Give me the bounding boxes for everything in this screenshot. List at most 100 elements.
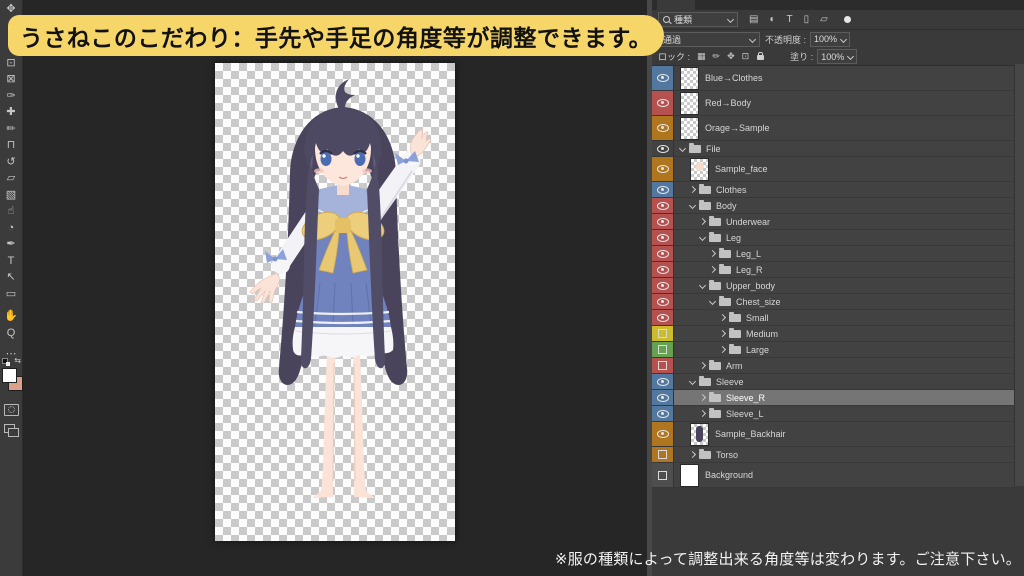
eyedropper-tool-icon[interactable]: ✑: [0, 90, 22, 103]
expand-arrow-icon[interactable]: [699, 218, 706, 225]
expand-arrow-icon[interactable]: [689, 451, 696, 458]
collapse-arrow-icon[interactable]: [689, 378, 696, 385]
visibility-toggle[interactable]: [652, 342, 674, 357]
swap-colors-icon[interactable]: ⇆: [14, 356, 21, 365]
layer-row[interactable]: File: [652, 141, 1015, 157]
pen-tool-icon[interactable]: ✒: [0, 238, 22, 251]
lock-all-icon[interactable]: [757, 55, 764, 60]
layer-row[interactable]: Red→Body: [652, 91, 1015, 116]
hand-tool-icon[interactable]: ✋: [0, 310, 22, 323]
visibility-toggle[interactable]: [652, 422, 674, 446]
visibility-toggle[interactable]: [652, 230, 674, 245]
history-brush-tool-icon[interactable]: ↺: [0, 156, 22, 169]
visibility-toggle[interactable]: [652, 182, 674, 197]
document-canvas[interactable]: [215, 63, 455, 541]
layer-thumbnail[interactable]: [680, 464, 699, 487]
visibility-toggle[interactable]: [652, 374, 674, 389]
visibility-toggle[interactable]: [652, 294, 674, 309]
lock-position-icon[interactable]: ✥: [727, 51, 735, 62]
expand-arrow-icon[interactable]: [719, 330, 726, 337]
filter-pixel-layer-icon[interactable]: ▤: [749, 14, 758, 25]
visibility-toggle[interactable]: [652, 406, 674, 421]
collapse-arrow-icon[interactable]: [699, 282, 706, 289]
layer-row[interactable]: Body: [652, 198, 1015, 214]
blend-mode-dropdown[interactable]: 通過: [658, 32, 760, 47]
layer-filter-dropdown[interactable]: 種類: [658, 12, 738, 27]
dodge-tool-icon[interactable]: ◔: [0, 222, 22, 235]
layers-panel-tab[interactable]: [657, 0, 695, 10]
shape-tool-icon[interactable]: ▭: [0, 288, 22, 301]
lock-artboard-icon[interactable]: ⊡: [742, 51, 750, 62]
filter-adjustment-layer-icon[interactable]: ◐: [769, 14, 775, 25]
visibility-toggle[interactable]: [652, 310, 674, 325]
default-colors-icon[interactable]: [2, 358, 9, 365]
layer-row[interactable]: Sample_face: [652, 157, 1015, 182]
layer-row[interactable]: Sleeve_R: [652, 390, 1015, 406]
layer-row[interactable]: Medium: [652, 326, 1015, 342]
layer-thumbnail[interactable]: [680, 117, 699, 140]
visibility-toggle[interactable]: [652, 463, 674, 487]
filter-smart-object-icon[interactable]: ▱: [820, 14, 828, 25]
lock-paint-icon[interactable]: ✏: [713, 51, 721, 62]
layer-row[interactable]: Chest_size: [652, 294, 1015, 310]
visibility-toggle[interactable]: [652, 262, 674, 277]
layer-row[interactable]: Background: [652, 463, 1015, 488]
visibility-toggle[interactable]: [652, 141, 674, 156]
brush-tool-icon[interactable]: ✏: [0, 123, 22, 136]
layer-row[interactable]: Clothes: [652, 182, 1015, 198]
lock-transparency-icon[interactable]: ▦: [697, 51, 706, 62]
expand-arrow-icon[interactable]: [719, 346, 726, 353]
filter-light-toggle-icon[interactable]: [844, 16, 851, 23]
opacity-value-box[interactable]: 100%: [810, 32, 850, 47]
path-select-tool-icon[interactable]: ↖: [0, 271, 22, 284]
quick-mask-button[interactable]: [4, 404, 19, 416]
fill-value-box[interactable]: 100%: [817, 49, 857, 64]
layer-row[interactable]: Orage→Sample: [652, 116, 1015, 141]
expand-arrow-icon[interactable]: [699, 394, 706, 401]
visibility-toggle[interactable]: [652, 390, 674, 405]
gradient-tool-icon[interactable]: ▧: [0, 189, 22, 202]
expand-arrow-icon[interactable]: [719, 314, 726, 321]
layer-row[interactable]: Torso: [652, 447, 1015, 463]
layer-row[interactable]: Sleeve: [652, 374, 1015, 390]
expand-arrow-icon[interactable]: [709, 266, 716, 273]
frame-tool-icon[interactable]: ⊠: [0, 73, 22, 86]
layer-row[interactable]: Upper_body: [652, 278, 1015, 294]
expand-arrow-icon[interactable]: [699, 362, 706, 369]
layer-row[interactable]: Small: [652, 310, 1015, 326]
layer-row[interactable]: Arm: [652, 358, 1015, 374]
layer-thumbnail[interactable]: [680, 67, 699, 90]
clone-stamp-tool-icon[interactable]: ⊓: [0, 139, 22, 152]
collapse-arrow-icon[interactable]: [679, 145, 686, 152]
layer-thumbnail[interactable]: [690, 423, 709, 446]
layer-thumbnail[interactable]: [680, 92, 699, 115]
layer-row[interactable]: Leg_R: [652, 262, 1015, 278]
visibility-toggle[interactable]: [652, 91, 674, 115]
crop-tool-icon[interactable]: ⊡: [0, 57, 22, 70]
expand-arrow-icon[interactable]: [699, 410, 706, 417]
expand-arrow-icon[interactable]: [709, 250, 716, 257]
smudge-tool-icon[interactable]: ☝: [0, 205, 22, 218]
filter-shape-layer-icon[interactable]: ▯: [804, 14, 810, 25]
collapse-arrow-icon[interactable]: [709, 298, 716, 305]
visibility-toggle[interactable]: [652, 116, 674, 140]
visibility-toggle[interactable]: [652, 326, 674, 341]
visibility-toggle[interactable]: [652, 278, 674, 293]
visibility-toggle[interactable]: [652, 66, 674, 90]
collapse-arrow-icon[interactable]: [689, 202, 696, 209]
visibility-toggle[interactable]: [652, 198, 674, 213]
visibility-toggle[interactable]: [652, 447, 674, 462]
expand-arrow-icon[interactable]: [689, 186, 696, 193]
panel-scrollbar[interactable]: [1014, 64, 1024, 486]
layer-row[interactable]: Sleeve_L: [652, 406, 1015, 422]
eraser-tool-icon[interactable]: ▱: [0, 172, 22, 185]
filter-type-layer-icon[interactable]: T: [787, 14, 793, 25]
layer-row[interactable]: Sample_Backhair: [652, 422, 1015, 447]
foreground-swatch[interactable]: [2, 368, 17, 383]
type-tool-icon[interactable]: T: [0, 255, 22, 268]
layer-row[interactable]: Leg_L: [652, 246, 1015, 262]
zoom-tool-icon[interactable]: Q: [0, 327, 22, 340]
layer-thumbnail[interactable]: [690, 158, 709, 181]
visibility-toggle[interactable]: [652, 358, 674, 373]
screen-mode-button[interactable]: [4, 424, 15, 433]
